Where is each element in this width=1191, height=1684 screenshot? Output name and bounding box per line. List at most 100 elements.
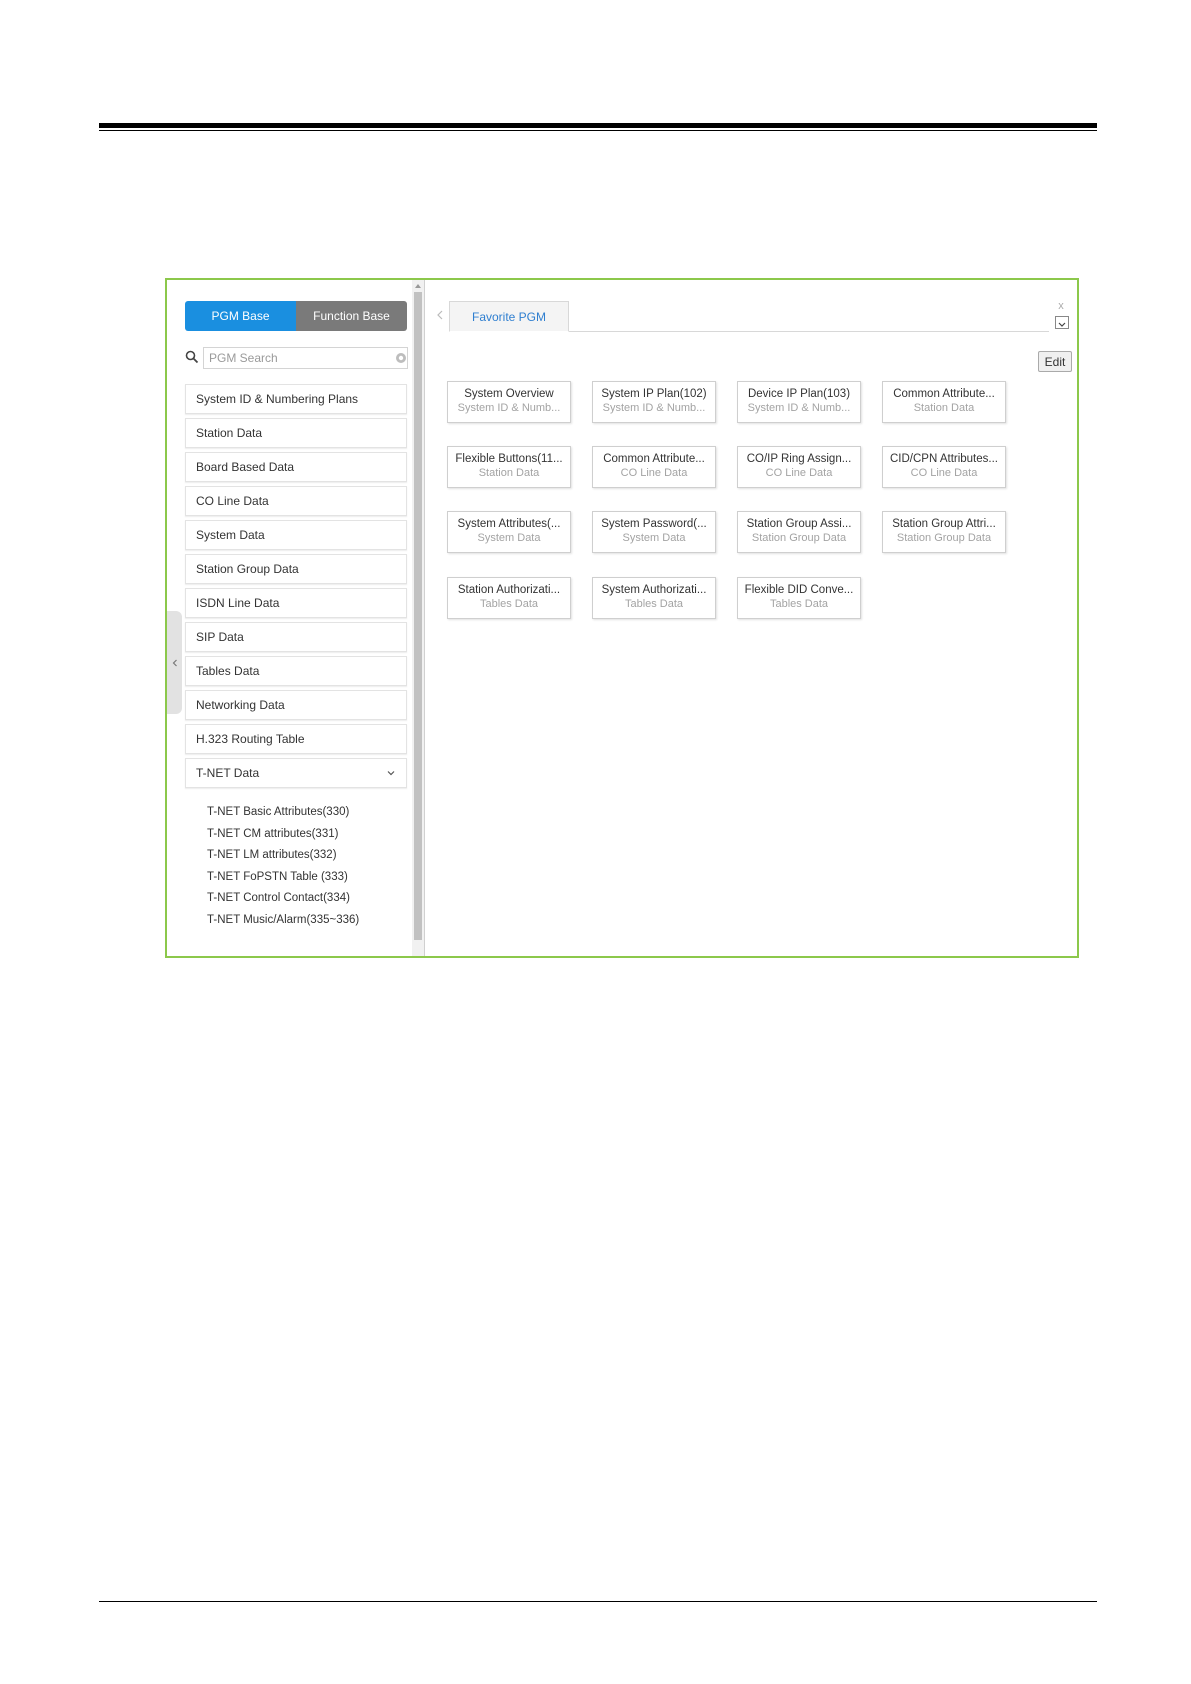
card-subtitle: System Data [622, 532, 686, 544]
card-title: Station Authorizati... [457, 584, 561, 596]
tab-function-base[interactable]: Function Base [296, 301, 407, 331]
tab-scroll-left-icon[interactable] [435, 308, 445, 322]
clear-icon[interactable] [395, 352, 407, 364]
tab-pgm-base[interactable]: PGM Base [185, 301, 296, 331]
menu-item-label: System Data [196, 528, 265, 542]
favorite-card[interactable]: System IP Plan(102) System ID & Numb... [592, 381, 716, 423]
card-subtitle: Station Data [478, 467, 540, 479]
menu-item-label: ISDN Line Data [196, 596, 280, 610]
favorite-card[interactable]: Station Group Assi... Station Group Data [737, 511, 861, 553]
card-subtitle: CO Line Data [620, 467, 688, 479]
menu-item-h323-routing[interactable]: H.323 Routing Table [185, 724, 407, 754]
card-title: System Authorizati... [601, 584, 707, 596]
edit-button[interactable]: Edit [1038, 351, 1072, 372]
favorite-card[interactable]: System Authorizati... Tables Data [592, 577, 716, 619]
left-scrollbar[interactable] [412, 280, 424, 956]
search-icon[interactable] [185, 350, 199, 364]
card-title: CID/CPN Attributes... [889, 453, 998, 465]
menu-item-station-group-data[interactable]: Station Group Data [185, 554, 407, 584]
submenu-item[interactable]: T-NET LM attributes(332) [207, 845, 407, 867]
tab-dropdown-button[interactable] [1055, 316, 1069, 329]
favorite-card[interactable]: Flexible DID Conve... Tables Data [737, 577, 861, 619]
favorite-card[interactable]: Station Group Attri... Station Group Dat… [882, 511, 1006, 553]
menu-item-label: Tables Data [196, 664, 260, 678]
card-subtitle: Tables Data [479, 598, 539, 610]
tnet-submenu: T-NET Basic Attributes(330) T-NET CM att… [185, 792, 407, 931]
favorite-card[interactable]: CID/CPN Attributes... CO Line Data [882, 446, 1006, 488]
pgm-menu: System ID & Numbering Plans Station Data… [185, 384, 407, 931]
favorite-card[interactable]: System Overview System ID & Numb... [447, 381, 571, 423]
card-title: System IP Plan(102) [601, 388, 707, 400]
chevron-left-icon [172, 659, 177, 666]
menu-item-co-line-data[interactable]: CO Line Data [185, 486, 407, 516]
panel-divider [424, 280, 425, 956]
menu-item-label: T-NET Data [196, 766, 260, 780]
card-title: Flexible Buttons(11... [455, 453, 563, 465]
card-title: System Overview [464, 388, 554, 400]
card-subtitle: System ID & Numb... [747, 402, 851, 414]
card-title: Station Group Assi... [746, 518, 852, 530]
close-icon[interactable]: x [1055, 300, 1067, 312]
card-title: Common Attribute... [893, 388, 995, 400]
card-subtitle: CO Line Data [765, 467, 833, 479]
card-title: Common Attribute... [603, 453, 705, 465]
menu-item-station-data[interactable]: Station Data [185, 418, 407, 448]
search-row [185, 347, 409, 371]
scroll-up-icon[interactable] [414, 282, 422, 290]
menu-item-label: Networking Data [196, 698, 285, 712]
card-title: System Attributes(... [457, 518, 561, 530]
dropdown-icon [1058, 322, 1066, 327]
mode-tabs: PGM Base Function Base [185, 301, 407, 331]
footer-rule [99, 1601, 1097, 1602]
tab-favorite-pgm[interactable]: Favorite PGM [449, 301, 569, 332]
card-title: System Password(... [601, 518, 707, 530]
submenu-item[interactable]: T-NET Basic Attributes(330) [207, 802, 407, 824]
menu-item-system-id[interactable]: System ID & Numbering Plans [185, 384, 407, 414]
card-subtitle: CO Line Data [910, 467, 978, 479]
card-subtitle: Tables Data [769, 598, 829, 610]
favorite-card[interactable]: Station Authorizati... Tables Data [447, 577, 571, 619]
menu-item-system-data[interactable]: System Data [185, 520, 407, 550]
menu-item-label: Station Group Data [196, 562, 299, 576]
favorite-card[interactable]: System Password(... System Data [592, 511, 716, 553]
admin-screenshot: PGM Base Function Base System ID & Numbe… [165, 278, 1079, 958]
scroll-thumb[interactable] [414, 292, 422, 940]
card-subtitle: Station Group Data [751, 532, 847, 544]
menu-item-label: SIP Data [196, 630, 244, 644]
card-subtitle: System Data [477, 532, 541, 544]
menu-item-label: H.323 Routing Table [196, 732, 305, 746]
favorite-card[interactable]: Flexible Buttons(11... Station Data [447, 446, 571, 488]
favorite-card[interactable]: Common Attribute... Station Data [882, 381, 1006, 423]
menu-item-label: System ID & Numbering Plans [196, 392, 359, 406]
submenu-item[interactable]: T-NET FoPSTN Table (333) [207, 867, 407, 889]
menu-item-label: Station Data [196, 426, 263, 440]
menu-item-tnet-data[interactable]: T-NET Data [185, 758, 407, 788]
card-title: CO/IP Ring Assign... [746, 453, 852, 465]
card-title: Device IP Plan(103) [747, 388, 851, 400]
card-subtitle: System ID & Numb... [602, 402, 706, 414]
favorite-card[interactable]: Common Attribute... CO Line Data [592, 446, 716, 488]
search-input[interactable] [203, 347, 408, 369]
menu-item-networking-data[interactable]: Networking Data [185, 690, 407, 720]
collapse-panel-handle[interactable] [167, 611, 182, 714]
submenu-item[interactable]: T-NET CM attributes(331) [207, 824, 407, 846]
favorite-card[interactable]: System Attributes(... System Data [447, 511, 571, 553]
card-subtitle: Station Group Data [896, 532, 992, 544]
header-rule-thin [99, 130, 1097, 131]
menu-item-isdn-line-data[interactable]: ISDN Line Data [185, 588, 407, 618]
card-title: Flexible DID Conve... [744, 584, 854, 596]
card-subtitle: Tables Data [624, 598, 684, 610]
favorite-card[interactable]: Device IP Plan(103) System ID & Numb... [737, 381, 861, 423]
menu-item-board-based-data[interactable]: Board Based Data [185, 452, 407, 482]
card-title: Station Group Attri... [892, 518, 996, 530]
submenu-item[interactable]: T-NET Music/Alarm(335~336) [207, 910, 407, 932]
left-panel: PGM Base Function Base System ID & Numbe… [167, 280, 425, 956]
menu-item-sip-data[interactable]: SIP Data [185, 622, 407, 652]
favorite-card[interactable]: CO/IP Ring Assign... CO Line Data [737, 446, 861, 488]
chevron-down-icon[interactable] [386, 768, 396, 778]
menu-item-label: CO Line Data [196, 494, 269, 508]
menu-item-tables-data[interactable]: Tables Data [185, 656, 407, 686]
submenu-item[interactable]: T-NET Control Contact(334) [207, 888, 407, 910]
card-subtitle: System ID & Numb... [457, 402, 561, 414]
header-rule [99, 123, 1097, 128]
